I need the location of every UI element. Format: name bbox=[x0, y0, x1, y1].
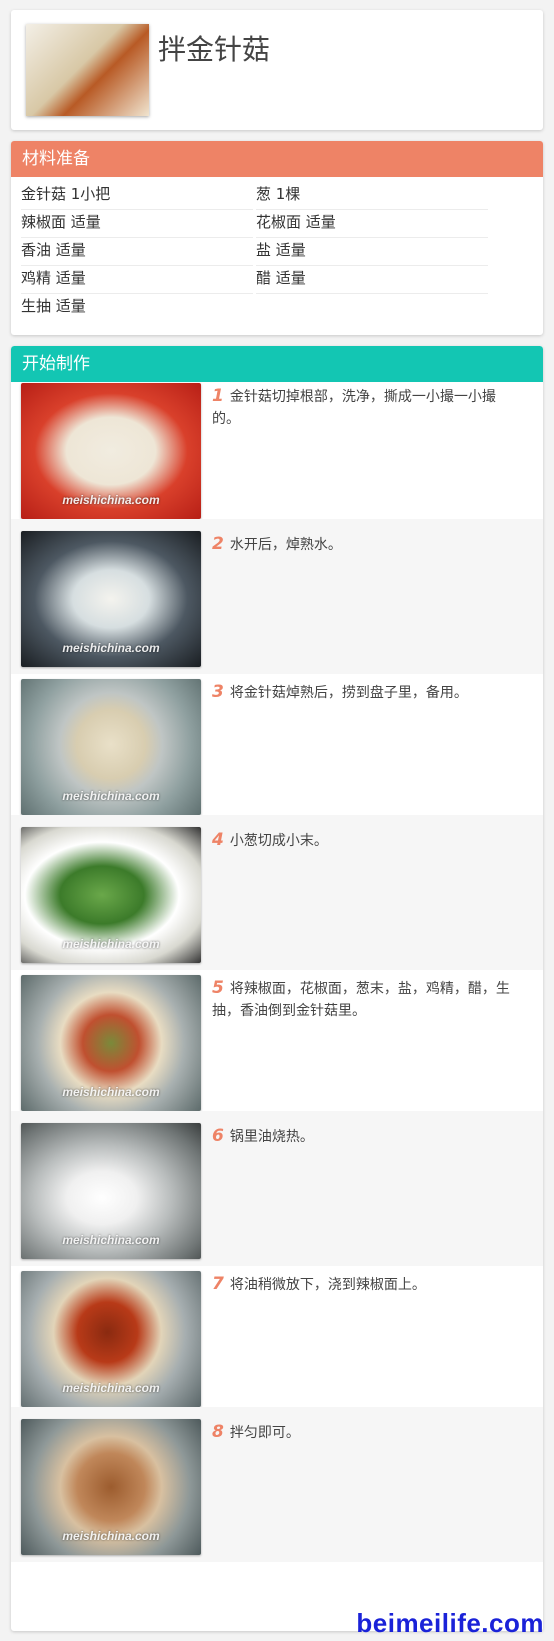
step-description: 6 锅里油烧热。 bbox=[212, 1125, 522, 1148]
step-photo[interactable]: meishichina.com bbox=[21, 383, 201, 519]
step-photo[interactable]: meishichina.com bbox=[21, 975, 201, 1111]
step-description: 3 将金针菇焯熟后，捞到盘子里，备用。 bbox=[212, 681, 522, 704]
step-photo[interactable]: meishichina.com bbox=[21, 1271, 201, 1407]
ingredient-item: 盐 适量 bbox=[256, 236, 488, 266]
step-item: meishichina.com 6 锅里油烧热。 bbox=[11, 1111, 543, 1266]
step-item: meishichina.com 4 小葱切成小末。 bbox=[11, 815, 543, 970]
step-text: 拌匀即可。 bbox=[229, 1425, 300, 1441]
steps-section: 开始制作 meishichina.com 1 金针菇切掉根部，洗净，撕成一小撮一小… bbox=[11, 346, 543, 1631]
site-watermark: beimeilife.com bbox=[356, 1608, 544, 1638]
ingredients-heading: 材料准备 bbox=[11, 141, 543, 177]
photo-watermark: meishichina.com bbox=[62, 789, 160, 803]
step-item: meishichina.com 1 金针菇切掉根部，洗净，撕成一小撮一小撮的。 bbox=[11, 371, 543, 526]
step-number: 1 bbox=[212, 386, 224, 406]
step-description: 1 金针菇切掉根部，洗净，撕成一小撮一小撮的。 bbox=[212, 385, 522, 430]
ingredient-item: 鸡精 适量 bbox=[21, 264, 253, 294]
step-number: 7 bbox=[212, 1274, 224, 1294]
ingredient-item: 葱 1棵 bbox=[256, 180, 488, 210]
photo-watermark: meishichina.com bbox=[62, 641, 160, 655]
photo-watermark: meishichina.com bbox=[62, 1529, 160, 1543]
step-item: meishichina.com 8 拌匀即可。 bbox=[11, 1407, 543, 1562]
photo-watermark: meishichina.com bbox=[62, 937, 160, 951]
step-number: 3 bbox=[212, 682, 224, 702]
step-number: 6 bbox=[212, 1126, 224, 1146]
step-description: 2 水开后，焯熟水。 bbox=[212, 533, 522, 556]
step-text: 水开后，焯熟水。 bbox=[229, 537, 342, 553]
step-text: 小葱切成小末。 bbox=[229, 833, 328, 849]
ingredients-section: 材料准备 金针菇 1小把 葱 1棵 辣椒面 适量 花椒面 适量 香油 适量 盐 … bbox=[11, 141, 543, 335]
ingredient-item: 金针菇 1小把 bbox=[21, 180, 253, 210]
step-number: 2 bbox=[212, 534, 224, 554]
photo-watermark: meishichina.com bbox=[62, 493, 160, 507]
photo-watermark: meishichina.com bbox=[62, 1381, 160, 1395]
ingredient-item: 花椒面 适量 bbox=[256, 208, 488, 238]
step-item: meishichina.com 5 将辣椒面，花椒面，葱末，盐，鸡精，醋，生抽，香… bbox=[11, 963, 543, 1118]
step-photo[interactable]: meishichina.com bbox=[21, 531, 201, 667]
step-number: 4 bbox=[212, 830, 224, 850]
step-text: 锅里油烧热。 bbox=[229, 1129, 314, 1145]
step-text: 金针菇切掉根部，洗净，撕成一小撮一小撮的。 bbox=[212, 389, 496, 427]
recipe-header: 拌金针菇 bbox=[11, 10, 543, 130]
step-description: 8 拌匀即可。 bbox=[212, 1421, 522, 1444]
ingredient-item: 辣椒面 适量 bbox=[21, 208, 253, 238]
step-photo[interactable]: meishichina.com bbox=[21, 1123, 201, 1259]
step-photo[interactable]: meishichina.com bbox=[21, 827, 201, 963]
step-item: meishichina.com 7 将油稍微放下，浇到辣椒面上。 bbox=[11, 1259, 543, 1414]
step-number: 8 bbox=[212, 1422, 224, 1442]
step-photo[interactable]: meishichina.com bbox=[21, 679, 201, 815]
step-text: 将油稍微放下，浇到辣椒面上。 bbox=[229, 1277, 426, 1293]
recipe-thumbnail[interactable] bbox=[26, 24, 149, 116]
recipe-title: 拌金针菇 bbox=[158, 33, 271, 66]
step-number: 5 bbox=[212, 978, 224, 998]
step-text: 将辣椒面，花椒面，葱末，盐，鸡精，醋，生抽，香油倒到金针菇里。 bbox=[212, 981, 510, 1019]
step-photo[interactable]: meishichina.com bbox=[21, 1419, 201, 1555]
photo-watermark: meishichina.com bbox=[62, 1085, 160, 1099]
step-description: 7 将油稍微放下，浇到辣椒面上。 bbox=[212, 1273, 522, 1296]
step-description: 5 将辣椒面，花椒面，葱末，盐，鸡精，醋，生抽，香油倒到金针菇里。 bbox=[212, 977, 522, 1022]
ingredient-item: 香油 适量 bbox=[21, 236, 253, 266]
step-item: meishichina.com 3 将金针菇焯熟后，捞到盘子里，备用。 bbox=[11, 667, 543, 822]
step-item: meishichina.com 2 水开后，焯熟水。 bbox=[11, 519, 543, 674]
step-text: 将金针菇焯熟后，捞到盘子里，备用。 bbox=[229, 685, 468, 701]
photo-watermark: meishichina.com bbox=[62, 1233, 160, 1247]
ingredient-item: 醋 适量 bbox=[256, 264, 488, 294]
ingredient-item: 生抽 适量 bbox=[21, 297, 86, 315]
step-description: 4 小葱切成小末。 bbox=[212, 829, 522, 852]
